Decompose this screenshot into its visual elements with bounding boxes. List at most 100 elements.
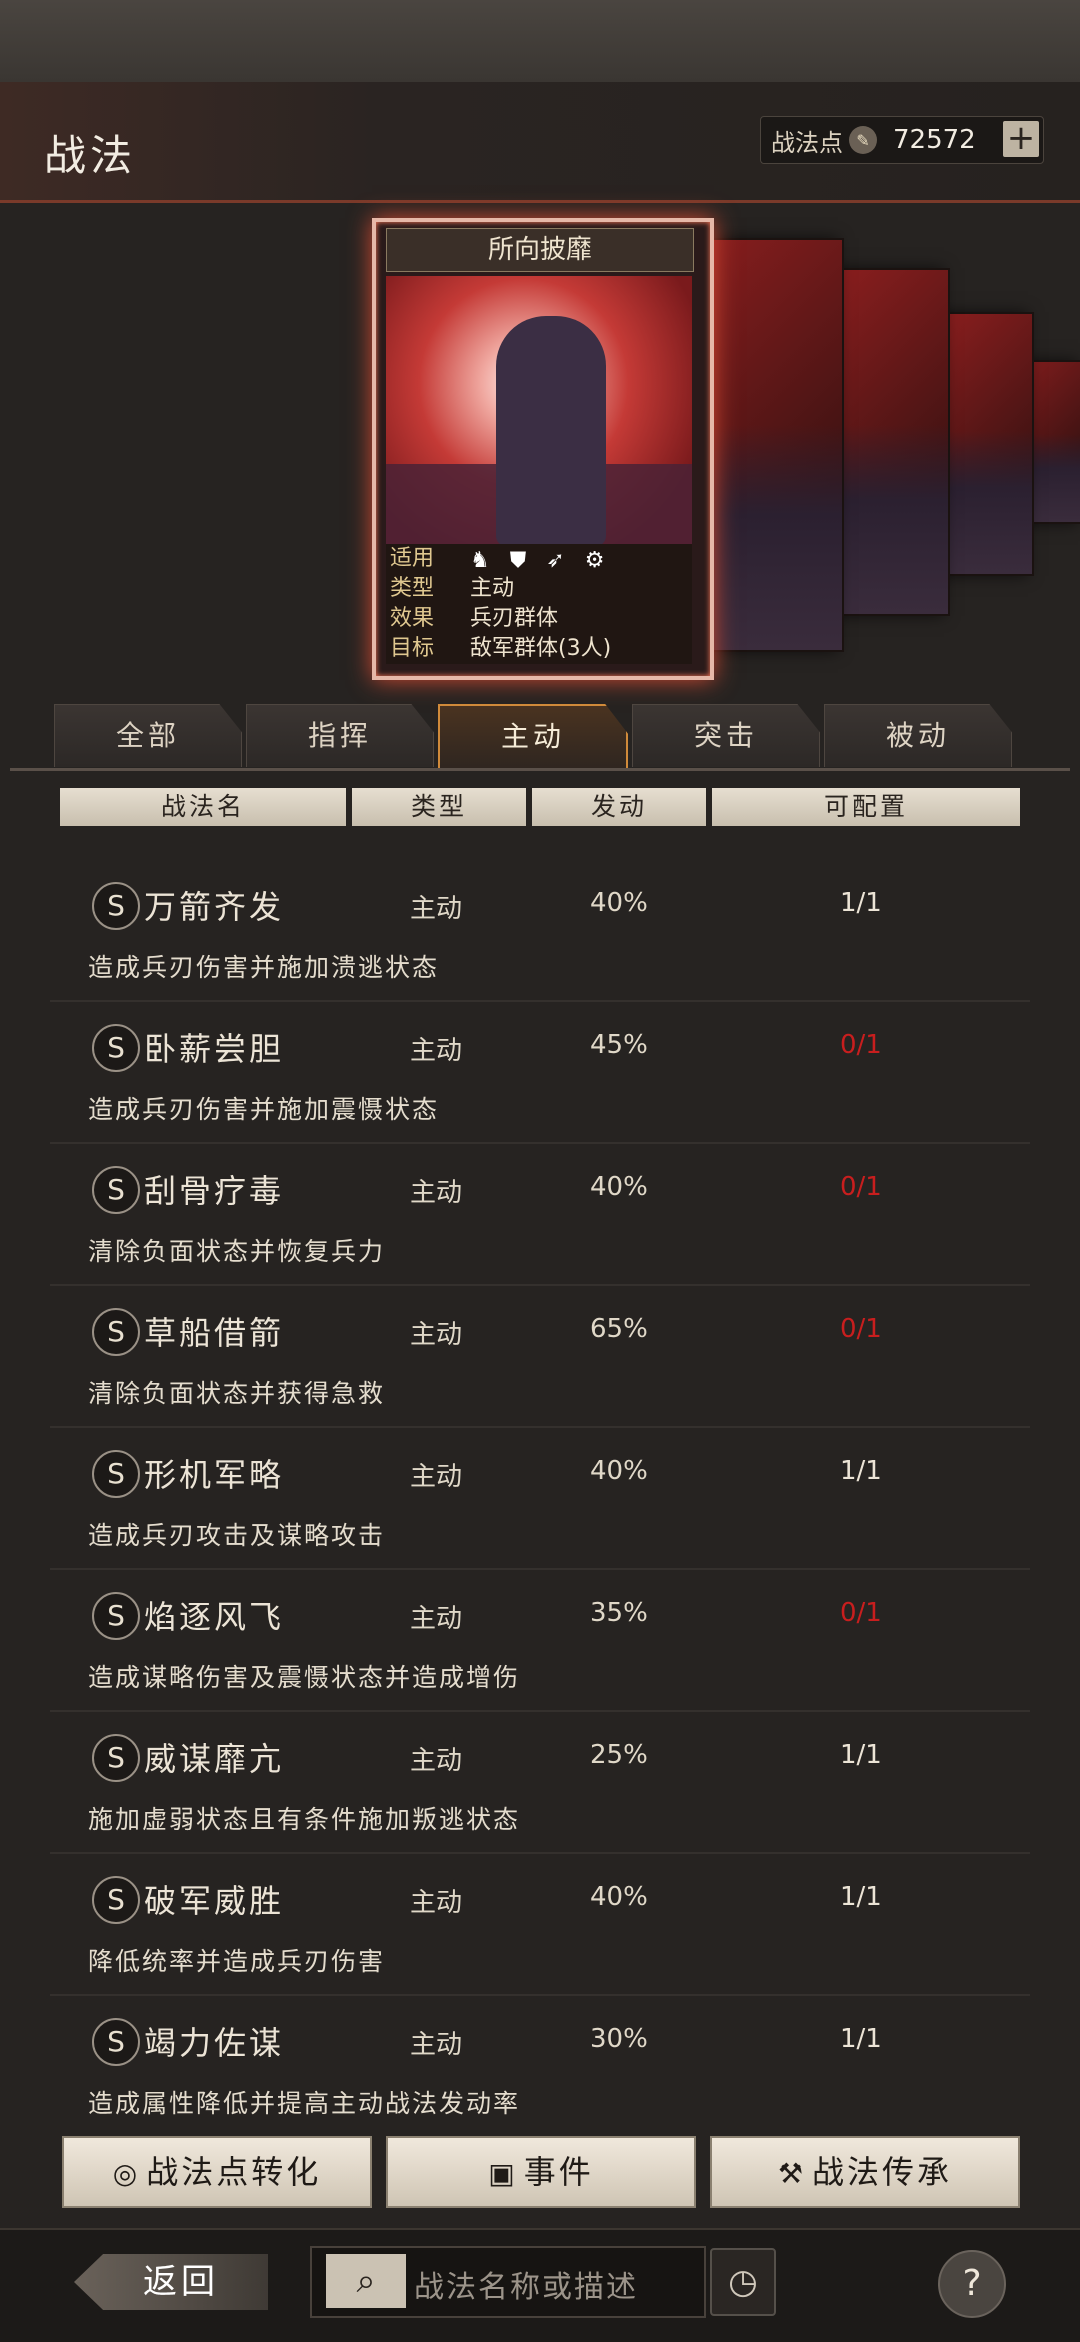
tactic-desc: 造成兵刃攻击及谋略攻击 xyxy=(88,1521,386,1550)
grade-badge: S xyxy=(92,1450,140,1498)
tactic-type: 主动 xyxy=(410,1036,463,1066)
inherit-button[interactable]: ⚒ 战法传承 xyxy=(710,2136,1020,2208)
card-row-applicable: 适用 ♞ ⛊ ➶ ⚙ xyxy=(386,544,692,574)
tactic-name: 刮骨疗毒 xyxy=(144,1172,285,1210)
tactic-rate: 35% xyxy=(590,1598,648,1628)
tactic-points-display: 战法点 ✎ 72572 + xyxy=(760,116,1044,164)
tactic-config: 0/1 xyxy=(840,1030,882,1060)
tactic-config: 0/1 xyxy=(840,1314,882,1344)
tactic-row[interactable]: S 威谋靡亢 主动 25% 1/1 施加虚弱状态且有条件施加叛逃状态 xyxy=(50,1712,1030,1854)
grade-badge: S xyxy=(92,1876,140,1924)
tactic-type: 主动 xyxy=(410,894,463,924)
tactic-name: 形机军略 xyxy=(144,1456,285,1494)
tactic-name: 卧薪尝胆 xyxy=(144,1030,285,1068)
grade-badge: S xyxy=(92,1308,140,1356)
tactic-rate: 30% xyxy=(590,2024,648,2054)
tactic-config: 0/1 xyxy=(840,1172,882,1202)
selected-tactic-card[interactable]: 所向披靡 适用 ♞ ⛊ ➶ ⚙ 类型 主动 效果 兵刃群体 目标 敌军群体(3人… xyxy=(372,218,714,680)
tactic-config: 0/1 xyxy=(840,1598,882,1628)
tactic-rate: 25% xyxy=(590,1740,648,1770)
search-icon[interactable]: ⌕ xyxy=(326,2254,406,2308)
scroll-icon: ▣ xyxy=(488,2157,518,2190)
tactic-config: 1/1 xyxy=(840,1456,882,1486)
tactic-name: 草船借箭 xyxy=(144,1314,285,1352)
tactic-rate: 65% xyxy=(590,1314,648,1344)
grade-badge: S xyxy=(92,1734,140,1782)
col-config[interactable]: 可配置 xyxy=(712,788,1020,826)
card-artwork xyxy=(386,276,692,544)
tactic-row[interactable]: S 刮骨疗毒 主动 40% 0/1 清除负面状态并恢复兵力 xyxy=(50,1144,1030,1286)
clock-icon: ◷ xyxy=(728,2262,758,2302)
col-rate[interactable]: 发动 xyxy=(532,788,706,826)
back-button[interactable]: 返回 xyxy=(74,2254,268,2310)
history-clock-button[interactable]: ◷ xyxy=(710,2248,776,2316)
tactic-desc: 清除负面状态并获得急救 xyxy=(88,1379,386,1408)
card-title: 所向披靡 xyxy=(386,228,694,272)
tactic-name: 威谋靡亢 xyxy=(144,1740,285,1778)
col-name[interactable]: 战法名 xyxy=(60,788,346,826)
hammer-icon: ⚒ xyxy=(777,2157,807,2190)
points-value: 72572 xyxy=(893,125,976,155)
tactic-desc: 降低统率并造成兵刃伤害 xyxy=(88,1947,386,1976)
grade-badge: S xyxy=(92,882,140,930)
grade-badge: S xyxy=(92,2018,140,2066)
tactic-row[interactable]: S 草船借箭 主动 65% 0/1 清除负面状态并获得急救 xyxy=(50,1286,1030,1428)
tactic-row[interactable]: S 卧薪尝胆 主动 45% 0/1 造成兵刃伤害并施加震慑状态 xyxy=(50,1002,1030,1144)
cavalry-icon: ♞ xyxy=(470,548,490,573)
tab-divider xyxy=(10,768,1070,771)
grade-badge: S xyxy=(92,1166,140,1214)
tactic-rate: 45% xyxy=(590,1030,648,1060)
tactic-row[interactable]: S 形机军略 主动 40% 1/1 造成兵刃攻击及谋略攻击 xyxy=(50,1428,1030,1570)
tab-passive[interactable]: 被动 xyxy=(824,704,1012,767)
help-button[interactable]: ? xyxy=(938,2250,1006,2318)
tactic-rate: 40% xyxy=(590,1456,648,1486)
shield-icon: ⛊ xyxy=(509,548,527,573)
tactic-config: 1/1 xyxy=(840,888,882,918)
tactic-row[interactable]: S 万箭齐发 主动 40% 1/1 造成兵刃伤害并施加溃逃状态 xyxy=(50,860,1030,1002)
tactic-desc: 造成兵刃伤害并施加震慑状态 xyxy=(88,1095,440,1124)
tactic-name: 竭力佐谋 xyxy=(144,2024,285,2062)
top-decor-strip xyxy=(0,0,1080,82)
tactic-config: 1/1 xyxy=(840,1882,882,1912)
tactic-name: 焰逐风飞 xyxy=(144,1598,285,1636)
tactic-type: 主动 xyxy=(410,2030,463,2060)
card-row-type: 类型 主动 xyxy=(386,574,692,604)
wheel-icon: ⚙ xyxy=(584,548,605,573)
card-row-target: 目标 敌军群体(3人) xyxy=(386,634,692,664)
card-row-effect: 效果 兵刃群体 xyxy=(386,604,692,634)
flame-icon: ◎ xyxy=(112,2157,141,2190)
tab-command[interactable]: 指挥 xyxy=(246,704,434,767)
tactic-desc: 造成兵刃伤害并施加溃逃状态 xyxy=(88,953,440,982)
tactic-config: 1/1 xyxy=(840,1740,882,1770)
tactic-rate: 40% xyxy=(590,1172,648,1202)
card-back-2[interactable] xyxy=(836,268,950,616)
tactic-name: 破军威胜 xyxy=(144,1882,285,1920)
tactic-row[interactable]: S 焰逐风飞 主动 35% 0/1 造成谋略伤害及震慑状态并造成增伤 xyxy=(50,1570,1030,1712)
tactic-type: 主动 xyxy=(410,1888,463,1918)
search-box[interactable]: ⌕ 战法名称或描述 xyxy=(310,2246,706,2318)
card-back-3[interactable] xyxy=(940,312,1034,576)
convert-points-button[interactable]: ◎ 战法点转化 xyxy=(62,2136,372,2208)
events-button[interactable]: ▣ 事件 xyxy=(386,2136,696,2208)
tab-assault[interactable]: 突击 xyxy=(632,704,820,767)
tactic-desc: 清除负面状态并恢复兵力 xyxy=(88,1237,386,1266)
tactic-type: 主动 xyxy=(410,1604,463,1634)
coin-icon: ✎ xyxy=(849,126,877,154)
tactic-type: 主动 xyxy=(410,1178,463,1208)
tab-active[interactable]: 主动 xyxy=(438,704,628,770)
add-points-button[interactable]: + xyxy=(1003,121,1039,157)
bow-icon: ➶ xyxy=(546,548,565,573)
tactic-type: 主动 xyxy=(410,1746,463,1776)
tactic-rate: 40% xyxy=(590,1882,648,1912)
tactic-desc: 造成属性降低并提高主动战法发动率 xyxy=(88,2089,521,2118)
category-tabs: 全部 指挥 主动 突击 被动 xyxy=(54,704,1016,770)
col-type[interactable]: 类型 xyxy=(352,788,526,826)
tab-all[interactable]: 全部 xyxy=(54,704,242,767)
tactic-config: 1/1 xyxy=(840,2024,882,2054)
tactic-desc: 施加虚弱状态且有条件施加叛逃状态 xyxy=(88,1805,521,1834)
grade-badge: S xyxy=(92,1024,140,1072)
tactic-type: 主动 xyxy=(410,1320,463,1350)
tactic-row[interactable]: S 破军威胜 主动 40% 1/1 降低统率并造成兵刃伤害 xyxy=(50,1854,1030,1996)
tactic-row[interactable]: S 竭力佐谋 主动 30% 1/1 造成属性降低并提高主动战法发动率 xyxy=(70,1996,1010,2138)
tactic-name: 万箭齐发 xyxy=(144,888,285,926)
